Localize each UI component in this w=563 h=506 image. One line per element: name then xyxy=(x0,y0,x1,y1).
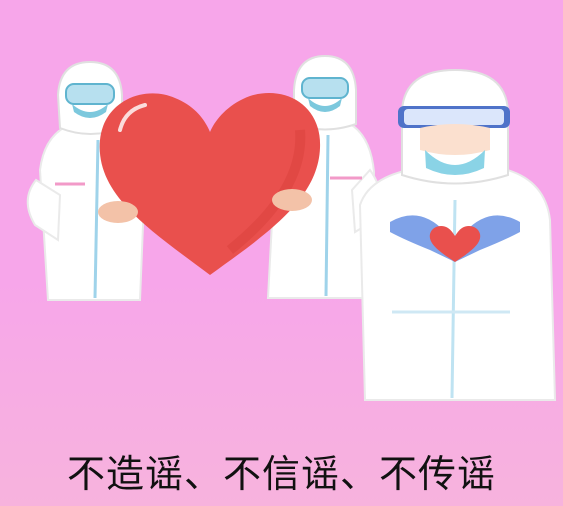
left-hand xyxy=(98,201,138,223)
medical-workers-illustration xyxy=(26,54,557,401)
slogan-text: 不造谣、不信谣、不传谣 xyxy=(66,452,496,496)
right-medical-worker xyxy=(358,68,557,401)
poster: 不造谣、不信谣、不传谣 xyxy=(0,0,563,506)
right-hand xyxy=(272,189,312,211)
